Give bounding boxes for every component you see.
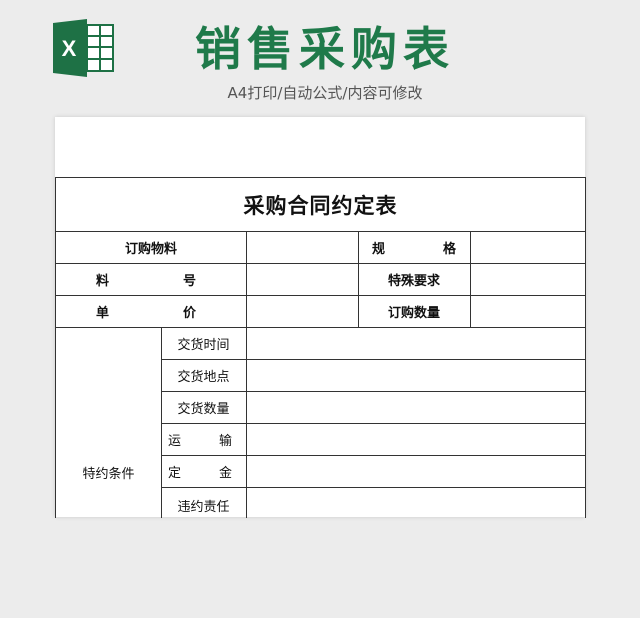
document-sheet: 采购合同约定表 订购物料 规 格 料 号 特殊要求 单 价 订购数量 特约条件 … <box>55 117 586 518</box>
page-subtitle: A4打印/自动公式/内容可修改 <box>227 84 423 102</box>
input-order-quantity[interactable] <box>470 295 585 327</box>
logo-letter: X <box>62 36 77 61</box>
label-delivery-location: 交货地点 <box>177 369 230 385</box>
label-unit-price-part-1: 单 <box>96 305 110 321</box>
label-spec-part-2: 格 <box>442 241 456 257</box>
input-delivery-location[interactable] <box>246 359 585 391</box>
label-special-terms: 特约条件 <box>82 467 135 482</box>
label-transport: 运 输 <box>161 423 246 455</box>
label-order-quantity: 订购数量 <box>387 305 440 321</box>
label-part-number-part-2: 号 <box>182 273 196 289</box>
label-delivery-time: 交货时间 <box>177 337 230 353</box>
input-delivery-quantity[interactable] <box>246 391 585 423</box>
label-deposit: 定 金 <box>161 455 246 487</box>
input-breach-liability[interactable] <box>246 487 585 519</box>
input-deposit[interactable] <box>246 455 585 487</box>
label-deposit-part-1: 定 <box>168 465 182 481</box>
label-delivery-quantity: 交货数量 <box>177 401 230 417</box>
input-unit-price[interactable] <box>246 295 358 327</box>
label-part-number: 料 号 <box>56 263 246 295</box>
label-part-number-part-1: 料 <box>96 273 110 289</box>
label-special-requirements: 特殊要求 <box>387 273 440 289</box>
form-title: 采购合同约定表 <box>243 193 398 218</box>
label-unit-price-part-2: 价 <box>182 305 196 321</box>
label-order-material: 订购物料 <box>124 241 177 257</box>
input-part-number[interactable] <box>246 263 358 295</box>
excel-icon: X <box>53 19 115 77</box>
label-unit-price: 单 价 <box>56 295 246 327</box>
contract-form-table: 采购合同约定表 订购物料 规 格 料 号 特殊要求 单 价 订购数量 特约条件 … <box>55 177 586 518</box>
input-special-requirements[interactable] <box>470 263 585 295</box>
label-transport-part-2: 输 <box>218 433 232 449</box>
label-spec: 规 格 <box>358 231 470 263</box>
label-deposit-part-2: 金 <box>218 465 232 481</box>
input-delivery-time[interactable] <box>246 327 585 359</box>
input-order-material[interactable] <box>246 231 358 263</box>
input-transport[interactable] <box>246 423 585 455</box>
page-title: 销售采购表 <box>195 22 455 76</box>
label-breach-liability: 违约责任 <box>177 500 230 515</box>
input-spec[interactable] <box>470 231 585 263</box>
label-spec-part-1: 规 <box>372 241 386 257</box>
label-transport-part-1: 运 <box>168 433 182 449</box>
